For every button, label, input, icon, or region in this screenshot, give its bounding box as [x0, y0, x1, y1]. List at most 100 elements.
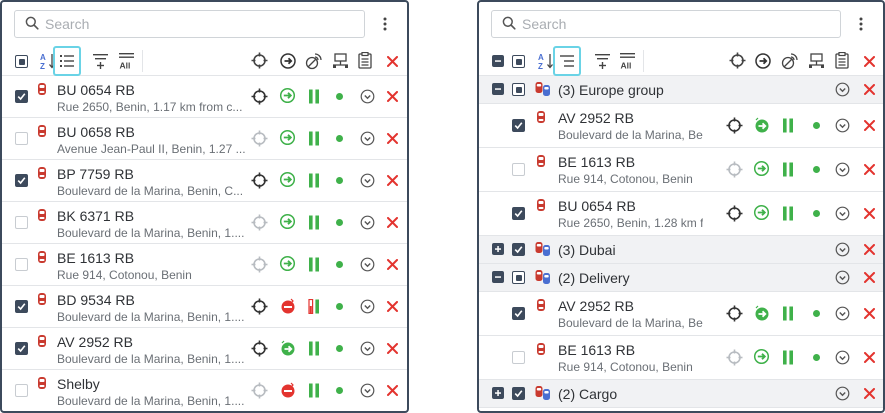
kebab-menu-icon[interactable] — [373, 10, 397, 38]
row-checkbox[interactable] — [512, 243, 525, 256]
close-icon[interactable] — [387, 216, 398, 228]
send-command-icon[interactable] — [753, 116, 771, 134]
close-icon[interactable] — [387, 174, 398, 186]
send-command-icon[interactable] — [279, 339, 297, 357]
close-icon[interactable] — [864, 119, 875, 131]
send-command-icon[interactable] — [279, 87, 296, 104]
crosshair-icon[interactable] — [251, 298, 268, 315]
row-checkbox[interactable] — [15, 299, 28, 313]
chevron-down-icon[interactable] — [835, 206, 850, 221]
chevron-down-icon[interactable] — [835, 162, 850, 177]
close-icon[interactable] — [387, 132, 398, 144]
unit-row[interactable]: BU 0654 RB Rue 2650, Benin, 1.17 km from … — [2, 76, 407, 118]
unit-row[interactable]: Shelby Boulevard de la Marina, Benin, 1..… — [2, 370, 407, 411]
row-checkbox[interactable] — [512, 118, 525, 132]
collapse-group-icon[interactable] — [492, 271, 504, 283]
send-command-icon[interactable] — [753, 348, 770, 365]
unit-row[interactable]: BD 9534 RB Boulevard de la Marina, Benin,… — [2, 286, 407, 328]
search-input[interactable] — [45, 16, 295, 32]
chevron-down-icon[interactable] — [835, 118, 850, 133]
row-checkbox[interactable] — [512, 387, 525, 400]
chevron-down-icon[interactable] — [360, 383, 375, 398]
all-list-icon[interactable]: All — [116, 46, 136, 76]
row-checkbox[interactable] — [15, 341, 28, 355]
send-command-icon[interactable] — [279, 129, 296, 146]
close-icon[interactable] — [864, 388, 875, 399]
expand-group-icon[interactable] — [492, 243, 504, 255]
crosshair-icon[interactable] — [251, 382, 268, 399]
group-row[interactable]: (3) Dubai — [479, 236, 883, 264]
unit-row[interactable]: BP 7759 RB Boulevard de la Marina, Benin,… — [2, 160, 407, 202]
chevron-down-icon[interactable] — [360, 257, 375, 272]
unit-row[interactable]: BE 1613 RB Rue 914, Cotonou, Benin — [479, 336, 883, 380]
unit-row[interactable]: BE 1613 RB Rue 914, Cotonou, Benin — [479, 148, 883, 192]
group-row[interactable]: (2) Delivery — [479, 264, 883, 292]
search-box[interactable] — [491, 10, 841, 38]
group-row[interactable]: (3) Europe group — [479, 76, 883, 104]
close-icon[interactable] — [864, 351, 875, 363]
crosshair-icon[interactable] — [251, 214, 268, 231]
close-icon[interactable] — [387, 300, 398, 312]
group-mode-icon[interactable] — [553, 46, 581, 76]
group-row[interactable]: (2) Cargo — [479, 380, 883, 408]
row-checkbox[interactable] — [15, 131, 28, 145]
kebab-menu-icon[interactable] — [849, 10, 873, 38]
unit-row[interactable]: BU 0658 RB Avenue Jean-Paul II, Benin, 1.… — [2, 118, 407, 160]
send-command-icon[interactable] — [753, 204, 770, 221]
chevron-down-icon[interactable] — [835, 350, 850, 365]
clipboard-icon[interactable] — [835, 52, 849, 69]
crosshair-icon[interactable] — [251, 256, 268, 273]
close-icon[interactable] — [864, 84, 875, 95]
close-icon[interactable] — [864, 272, 875, 283]
send-command-icon[interactable] — [279, 213, 296, 230]
unit-row[interactable]: AV 2952 RB Boulevard de la Marina, Benin,… — [479, 292, 883, 336]
row-checkbox[interactable] — [15, 257, 28, 271]
chevron-down-icon[interactable] — [360, 131, 375, 146]
row-checkbox[interactable] — [15, 173, 28, 187]
close-icon[interactable] — [387, 90, 398, 102]
all-list-icon[interactable]: All — [617, 46, 637, 76]
send-command-icon[interactable] — [279, 171, 296, 188]
row-checkbox[interactable] — [512, 83, 525, 96]
arrow-right-circle-icon[interactable] — [280, 53, 296, 69]
chevron-down-icon[interactable] — [360, 89, 375, 104]
crosshair-icon[interactable] — [251, 340, 268, 357]
row-checkbox[interactable] — [512, 306, 525, 320]
collapse-group-icon[interactable] — [492, 83, 504, 95]
close-icon[interactable] — [864, 56, 875, 67]
send-command-icon[interactable] — [753, 160, 770, 177]
row-checkbox[interactable] — [512, 162, 525, 176]
crosshair-icon[interactable] — [251, 172, 268, 189]
close-icon[interactable] — [864, 307, 875, 319]
signal-icon[interactable] — [305, 52, 323, 70]
crosshair-icon[interactable] — [726, 349, 743, 366]
row-checkbox[interactable] — [512, 206, 525, 220]
unit-row[interactable]: AV 2952 RB Boulevard de la Marina, Benin,… — [479, 104, 883, 148]
row-checkbox[interactable] — [512, 55, 525, 68]
row-checkbox[interactable] — [15, 55, 28, 68]
crosshair-icon[interactable] — [251, 52, 268, 69]
search-input[interactable] — [522, 16, 772, 32]
chevron-down-icon[interactable] — [835, 242, 850, 257]
list-mode-icon[interactable] — [53, 46, 81, 76]
row-checkbox[interactable] — [15, 383, 28, 397]
signal-icon[interactable] — [781, 52, 799, 70]
network-icon[interactable] — [332, 53, 349, 69]
send-command-icon[interactable] — [753, 304, 771, 322]
chevron-down-icon[interactable] — [360, 215, 375, 230]
crosshair-icon[interactable] — [726, 305, 743, 322]
add-list-icon[interactable] — [592, 46, 612, 76]
crosshair-icon[interactable] — [726, 117, 743, 134]
add-list-icon[interactable] — [90, 46, 110, 76]
close-icon[interactable] — [387, 384, 398, 396]
row-checkbox[interactable] — [512, 271, 525, 284]
close-icon[interactable] — [387, 342, 398, 354]
network-icon[interactable] — [808, 53, 825, 69]
arrow-right-circle-icon[interactable] — [755, 53, 771, 69]
collapse-all-icon[interactable] — [492, 55, 504, 67]
crosshair-icon[interactable] — [251, 88, 268, 105]
row-checkbox[interactable] — [15, 89, 28, 103]
row-checkbox[interactable] — [512, 350, 525, 364]
send-command-icon[interactable] — [279, 255, 296, 272]
unit-row[interactable]: AV 2952 RB Boulevard de la Marina, Benin,… — [2, 328, 407, 370]
